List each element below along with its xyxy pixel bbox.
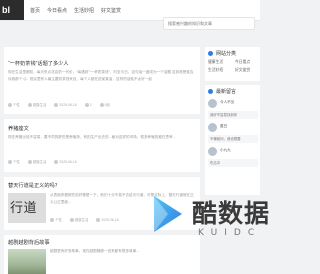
watermark-title: 酷数据 (192, 199, 271, 228)
article-item[interactable]: “一杯奶茶钱”话题了多少人 现在生活里都知，每天来点花店奶一代价，“每遇到”“一… (4, 47, 200, 117)
watermark-logo: 酷数据 KUIDC (140, 186, 269, 256)
article-title[interactable]: 越剧越剧背后故事 (8, 239, 50, 246)
comments-card: 最新留言 今人不见 我好不容易找到你 墨白 不懂就问，我也想要 小九九 吃瓜中 (205, 85, 260, 195)
watermark-subtitle: KUIDC (198, 228, 262, 238)
comment-icon (208, 89, 213, 94)
clock-icon (54, 102, 59, 107)
article-excerpt: 现在养猪比较不容易，要不同的那些是养殖场，有的生产出去的...面对这样的市场，很… (8, 135, 176, 139)
eye-icon (99, 103, 104, 108)
clock-icon (54, 159, 59, 164)
user-icon (50, 218, 54, 223)
article-title[interactable]: 替天行道是正义的吗？ (8, 182, 60, 189)
main-nav: 首页 今日看点 生活妙招 好文鉴赏 (30, 0, 121, 20)
nav-item-today[interactable]: 今日看点 (47, 7, 67, 14)
article-title[interactable]: “一杯奶茶钱”话题了多少人 (8, 60, 69, 67)
article-excerpt: 现在生活里都知，每天来点花店奶一代价，“每遇到”“一杯奶茶钱”，时至今日，这句话… (8, 70, 194, 81)
nav-item-articles[interactable]: 好文鉴赏 (101, 7, 121, 14)
category-link[interactable]: 健康生活 (208, 60, 223, 65)
nav-item-tips[interactable]: 生活妙招 (74, 7, 94, 14)
search-input[interactable] (163, 17, 255, 30)
category-icon (208, 51, 213, 56)
category-link[interactable]: 好文鉴赏 (235, 68, 250, 73)
thumbnail-text: 行道 (10, 201, 38, 216)
avatar[interactable] (208, 123, 217, 132)
clock-icon (96, 217, 101, 222)
comment-author[interactable]: 墨白 (220, 124, 227, 129)
avatar[interactable] (208, 99, 217, 108)
article-thumbnail[interactable] (8, 249, 46, 274)
categories-card: 网站分类 健康生活 今日看点 生活妙招 好文鉴赏 (205, 47, 260, 81)
comment-icon (84, 102, 89, 107)
comment-author[interactable]: 小九九 (220, 148, 231, 153)
card-header: 网站分类 (208, 50, 236, 57)
comment-text[interactable]: 我好不容易找到你 (208, 111, 258, 119)
comment-author[interactable]: 今人不见 (220, 100, 234, 105)
play-icon (154, 196, 182, 232)
card-header: 最新留言 (208, 88, 236, 95)
folder-icon (27, 160, 32, 165)
site-logo[interactable]: bl (0, 0, 24, 20)
avatar[interactable] (208, 147, 217, 156)
comment-text[interactable]: 吃瓜中 (208, 159, 258, 167)
category-link[interactable]: 生活妙招 (208, 68, 223, 73)
article-item[interactable]: 养猪座文 现在养猪比较不容易，要不同的那些是养殖场，有的生产出去的...面对这样… (4, 119, 200, 179)
user-icon (8, 103, 12, 108)
nav-item-home[interactable]: 首页 (30, 7, 40, 14)
user-icon (8, 160, 12, 165)
article-thumbnail[interactable]: 行道 (8, 193, 46, 223)
article-meta: 个性 健康生活 2025-06-16 (50, 217, 119, 223)
folder-icon (27, 103, 32, 108)
article-meta: 个性 健康生活 2025-06-16 (8, 159, 77, 165)
folder-icon (69, 218, 74, 223)
category-link[interactable]: 今日看点 (235, 60, 250, 65)
article-meta: 个性 健康生活 2025-06-16 2 0阅 (8, 102, 110, 108)
comment-text[interactable]: 不懂就问，我也想要 (208, 135, 258, 143)
article-title[interactable]: 养猪座文 (8, 125, 29, 132)
